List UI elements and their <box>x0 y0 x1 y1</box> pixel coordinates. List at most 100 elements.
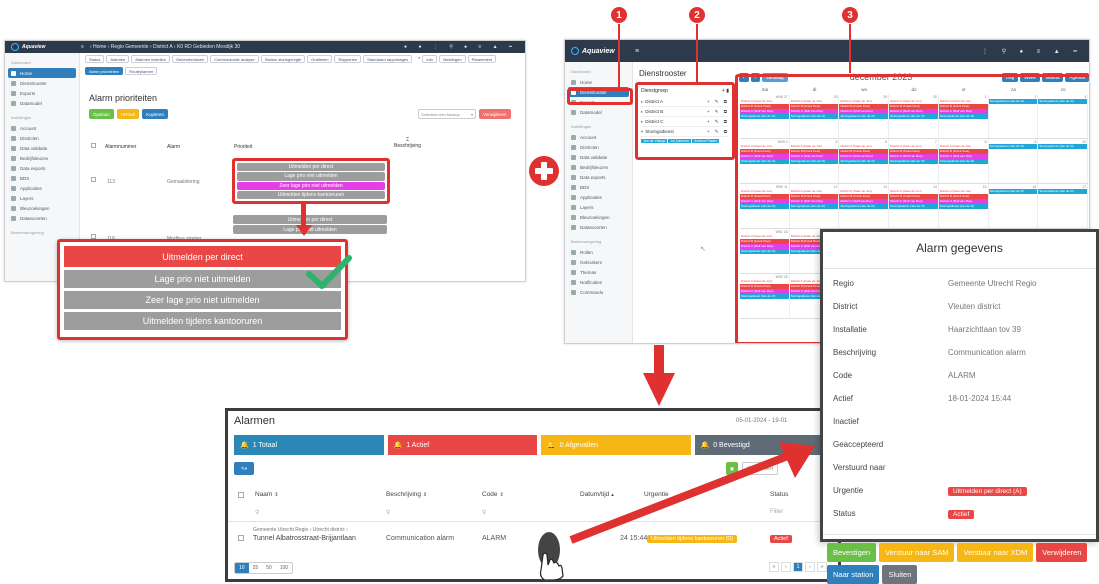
calendar-day-cell[interactable]: 8 District A (Kaan de Jon) District B (Fra… <box>938 139 989 183</box>
top-icons[interactable]: ⋮ ⚲ ♠ ≡ ▲ ━ <box>982 48 1083 55</box>
menu-icon[interactable]: ≡ <box>635 48 639 55</box>
sidebar-item[interactable]: Gebruikers <box>565 257 632 267</box>
close-icon[interactable]: × <box>418 55 420 65</box>
sidebar-item[interactable]: Layers <box>5 193 79 203</box>
sidebar-item-dienstrooster[interactable]: Dienstrooster <box>5 78 79 88</box>
calendar-day-cell[interactable]: 29District A (Kaan de Jon)District B (Fr… <box>839 94 890 138</box>
column-header-description[interactable]: ⌶ Beschrijving <box>394 137 421 149</box>
priority-option[interactable]: Uitmelden tijdens kantooruren <box>237 190 385 199</box>
calendar-event[interactable]: Storingsdienst (Jan de Vl) <box>839 159 889 164</box>
close-button[interactable]: Sluiten <box>882 565 918 584</box>
sidebar-item[interactable]: Bedrijfsleuzes <box>5 153 79 163</box>
calendar-day-cell[interactable]: 17 Storingsdienst (Jan de Vl) <box>1038 184 1088 228</box>
tab[interactable]: Info <box>422 55 438 63</box>
calendar-event[interactable]: Storingsdienst (Jan de Vl) <box>740 294 789 299</box>
sidebar-item[interactable]: Applicaties <box>5 183 79 193</box>
calendar-event[interactable]: Storingsdienst (Jan de Vl) <box>789 204 839 209</box>
tab[interactable]: Standaard rapportages <box>363 55 413 63</box>
delete-button[interactable]: Verwijderen <box>1036 543 1088 562</box>
calendar-day-cell[interactable]: 1 District A (Kaan de Jon) District B (Fra… <box>938 94 989 138</box>
tab[interactable]: Alarm prioriteiten <box>85 67 124 75</box>
chevron-icon[interactable]: ▸ <box>641 109 643 115</box>
breadcrumb-station[interactable]: K0 RD Gebieden Mesdijk 30 <box>177 44 240 50</box>
sidebar-item[interactable]: Account <box>5 123 79 133</box>
calendar-event[interactable]: Storingsdienst (Jan de Vl) <box>889 159 938 164</box>
search-icon[interactable]: ⚲ <box>482 509 486 516</box>
calendar-event[interactable]: Storingsdienst (Jan de Vl) <box>740 249 789 254</box>
column-header[interactable]: Code ⇕ <box>482 491 504 498</box>
chevron-icon[interactable]: ▸ <box>641 119 643 125</box>
sort-icon[interactable]: ⇕ <box>500 492 504 498</box>
date-range[interactable]: 05-01-2024 - 19-01 <box>736 418 787 424</box>
priority-option[interactable]: Lage prio niet uitmelden <box>237 172 385 181</box>
calendar-day-cell[interactable]: 15 District A (Kaan de Jon) District B (Fr… <box>938 184 989 228</box>
calendar-event[interactable]: Storingsdienst (Jan de Vl) <box>740 159 789 164</box>
member-tag[interactable]: Jan de Vlaegd <box>641 139 668 143</box>
calendar-event[interactable]: Storingsdienst (Jan de Vl) <box>1038 99 1088 104</box>
priority-option[interactable]: Uitmelden tijdens kantooruren <box>64 312 341 330</box>
calendar-event[interactable]: Storingsdienst (Jan de Vl) <box>1038 144 1088 149</box>
tab[interactable]: Alarmen <box>106 55 130 63</box>
duty-group-row[interactable]: ▸ District C + ✎ ⧉ <box>641 117 729 127</box>
chevron-icon[interactable]: ▸ <box>641 99 643 105</box>
member-tag[interactable]: Jol Dammer <box>668 139 692 143</box>
sidebar-item[interactable]: Data validatie <box>565 152 632 162</box>
sidebar-item[interactable]: Themas <box>565 267 632 277</box>
duty-group-row[interactable]: ▸ District A + ✎ ⧉ <box>641 97 729 107</box>
tab[interactable]: Status <box>85 55 105 63</box>
sidebar-item[interactable]: BDS <box>565 182 632 192</box>
sidebar-item[interactable]: Bleuzoekingen <box>565 212 632 222</box>
tab[interactable]: Station storingen/gbl <box>260 55 306 63</box>
select-all-checkbox[interactable] <box>91 143 96 148</box>
calendar-day-cell[interactable]: 14 District A (Kaan de Jon) District B (Fr… <box>889 184 939 228</box>
calendar-day-cell[interactable]: W52 25 District A (Kaan de Jon) District B… <box>740 274 790 318</box>
tab[interactable]: Alarmen instellen <box>131 55 170 63</box>
go-to-station-button[interactable]: Naar station <box>827 565 880 584</box>
column-header-priority[interactable]: Prioriteit <box>234 144 252 150</box>
row-actions-icon[interactable]: + ✎ ⧉ <box>707 99 729 105</box>
calendar-day-cell[interactable]: W49 4 District A (Kaan de Jon) District B … <box>740 139 790 183</box>
breadcrumb-regio[interactable]: Regio Gemeente <box>111 44 149 50</box>
page-size-option[interactable]: 50 <box>262 563 276 573</box>
priority-option-selected[interactable]: Zeer lage prio niet uitmelden <box>237 181 385 190</box>
page-size-option[interactable]: 10 <box>235 563 249 573</box>
calendar-event[interactable]: Storingsdienst (Jan de Vl) <box>839 114 889 119</box>
duty-group-row[interactable]: ▸ District B + ✎ ⧉ <box>641 107 729 117</box>
tab[interactable]: Meldingen <box>439 55 466 63</box>
sidebar-item[interactable]: Dataexcerten <box>565 222 632 232</box>
priority-option[interactable]: Uitmelden per direct <box>237 163 385 172</box>
sidebar-item[interactable]: Dataexcerten <box>5 213 79 223</box>
breadcrumb-district[interactable]: District A <box>153 44 172 50</box>
calendar-day-cell[interactable]: W51 18 District A (Kaan de Jon) District B… <box>740 229 790 273</box>
row-location[interactable]: Gemeente Utrecht Regio › Utrecht distric… <box>253 527 348 533</box>
calendar-event[interactable]: Storingsdienst (Jan de Vl) <box>839 204 889 209</box>
sidebar-item-datamodel[interactable]: Datamodel <box>565 107 632 117</box>
calendar-event[interactable]: Storingsdienst (Jan de Vl) <box>889 114 938 119</box>
sort-icon[interactable]: ⇕ <box>423 492 427 498</box>
row-actions-icon[interactable]: + ✎ ⧉ <box>707 109 729 115</box>
calendar-day-cell[interactable]: 16 Storingsdienst (Jan de Vl) <box>988 184 1039 228</box>
delete-button[interactable]: Verwijderen <box>479 109 511 119</box>
calendar-day-cell[interactable]: 6 District A (Kaan de Jon) District B (Fra… <box>839 139 890 183</box>
sidebar-item[interactable]: Rollen <box>565 247 632 257</box>
sidebar-item[interactable]: Layers <box>565 202 632 212</box>
calendar-day-cell[interactable]: W48 27 District A (Kaan de Jon) District B… <box>740 94 790 138</box>
sidebar-item[interactable]: Account <box>565 132 632 142</box>
add-icon[interactable]: + ▮ <box>722 88 729 94</box>
priority-option[interactable]: Uitmelden per direct <box>233 215 387 224</box>
calendar-day-cell[interactable]: 5 District A (Kaan de Jon) District B (Fra… <box>789 139 840 183</box>
page-button[interactable]: 1 <box>793 562 803 572</box>
sidebar-item[interactable]: Data exports <box>565 172 632 182</box>
calendar-event[interactable]: Storingsdienst (Jan de Vl) <box>889 204 938 209</box>
app-logo[interactable]: Aquaview <box>571 47 621 55</box>
calendar-event[interactable]: Storingsdienst (Jan de Vl) <box>789 159 839 164</box>
chevron-icon[interactable]: ▾ <box>641 129 643 135</box>
sidebar-item-datamodel[interactable]: Datamodel <box>5 98 79 108</box>
search-icon[interactable]: ⚲ <box>255 509 259 516</box>
select-all-checkbox[interactable] <box>238 492 244 498</box>
calendar-event[interactable]: Storingsdienst (Jan de Vl) <box>789 114 839 119</box>
page-button[interactable]: « <box>769 562 779 572</box>
menu-icon[interactable]: ≡ <box>81 44 84 50</box>
row-checkbox[interactable] <box>238 535 244 541</box>
row-name[interactable]: Tunnel Albatrosstraat-Brijjantlaan <box>253 535 356 542</box>
